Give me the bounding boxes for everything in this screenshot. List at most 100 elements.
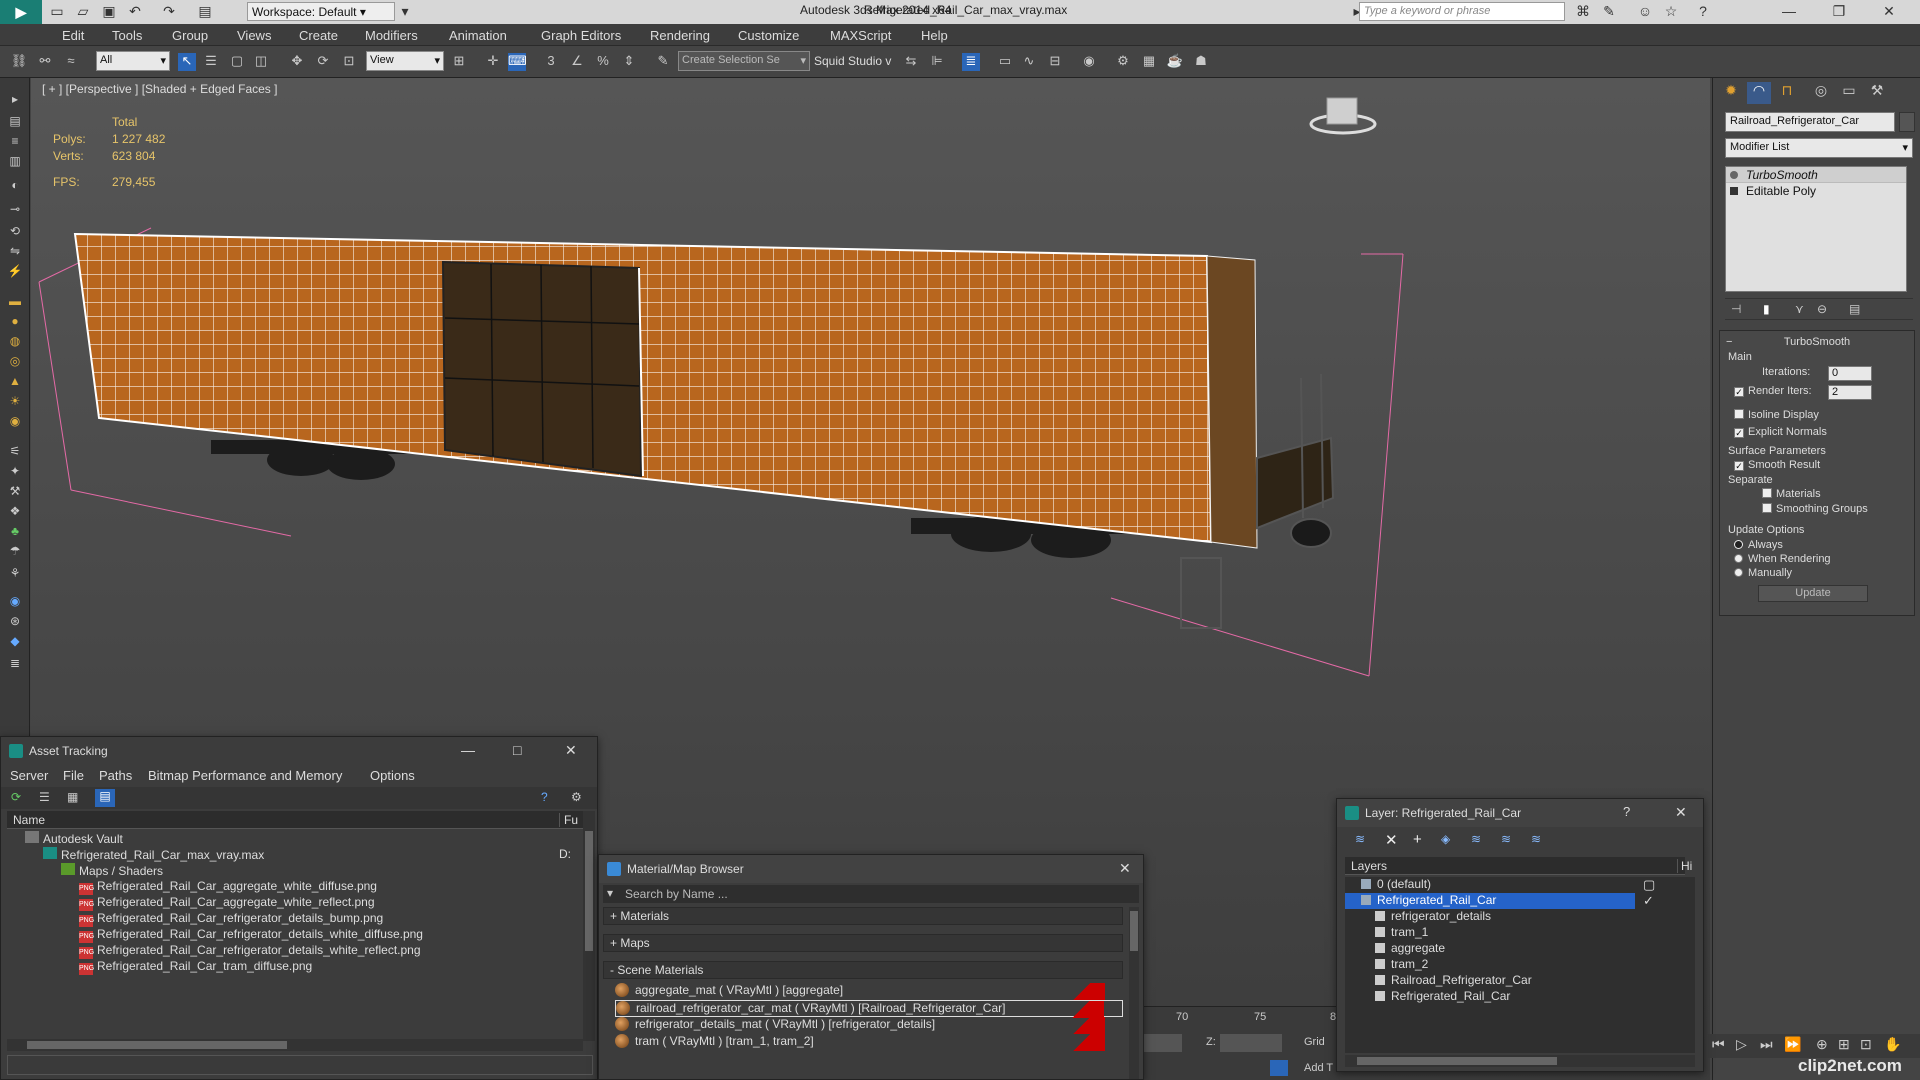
tool-icon-13[interactable]: ❖ bbox=[6, 504, 24, 520]
asset-row[interactable]: PNG Refrigerated_Rail_Car_refrigerator_de… bbox=[79, 911, 383, 927]
thumbnail-view-icon[interactable]: ▦ bbox=[67, 790, 78, 804]
utilities-tab-icon[interactable]: ⚒ bbox=[1865, 82, 1889, 104]
group-scene-materials[interactable]: - Scene Materials bbox=[603, 961, 1123, 979]
minimize-icon[interactable]: — bbox=[1780, 3, 1798, 21]
col-layers-header[interactable]: Layers bbox=[1351, 859, 1387, 873]
asset-scrollbar[interactable] bbox=[583, 811, 595, 1041]
keyboard-shortcut-icon[interactable]: ⌨ bbox=[508, 53, 527, 71]
rect-selection-icon[interactable]: ▢ bbox=[228, 53, 246, 71]
tool-icon-17[interactable]: ◉ bbox=[6, 594, 24, 610]
hide-toggle-icon[interactable]: ▢ bbox=[1643, 877, 1655, 893]
material-scrollbar[interactable] bbox=[1129, 907, 1139, 1079]
select-manipulate-icon[interactable]: ✛ bbox=[484, 53, 502, 71]
zoom-all-icon[interactable]: ⊞ bbox=[1838, 1036, 1850, 1053]
tool-icon-2[interactable]: ▤ bbox=[6, 114, 24, 130]
selection-filter-dropdown[interactable]: All ▾ bbox=[96, 51, 170, 71]
next-frame-icon[interactable]: ⏭ bbox=[1760, 1036, 1773, 1053]
close-icon[interactable]: ✕ bbox=[1880, 3, 1898, 21]
tool-icon-5[interactable]: ◐ bbox=[6, 178, 24, 194]
snap-icon[interactable]: 3 bbox=[542, 53, 560, 71]
goto-end-icon[interactable]: ⏩ bbox=[1784, 1036, 1801, 1053]
tool-icon-1[interactable]: ▸ bbox=[6, 92, 24, 108]
tool-icon-16[interactable]: ⚘ bbox=[6, 566, 24, 582]
goto-start-icon[interactable]: ⏮ bbox=[1712, 1036, 1725, 1053]
menu-help[interactable]: Help bbox=[921, 28, 948, 43]
bind-space-warp-icon[interactable]: ≈ bbox=[62, 53, 80, 71]
schematic-view-icon[interactable]: ⊟ bbox=[1046, 53, 1064, 71]
material-row[interactable]: tram ( VRayMtl ) [tram_1, tram_2] bbox=[615, 1034, 1123, 1051]
menu-server[interactable]: Server bbox=[10, 768, 48, 783]
tool-icon-18[interactable]: ⊛ bbox=[6, 614, 24, 630]
layer-row[interactable]: aggregate bbox=[1345, 941, 1635, 957]
percent-snap-icon[interactable]: % bbox=[594, 53, 612, 71]
settings-icon[interactable]: ⚙ bbox=[571, 790, 582, 804]
menu-modifiers[interactable]: Modifiers bbox=[365, 28, 418, 43]
menu-options[interactable]: Options bbox=[370, 768, 415, 783]
z-coord-field[interactable] bbox=[1220, 1034, 1282, 1052]
tool-icon-6[interactable]: ⊸ bbox=[6, 202, 24, 218]
render-production-icon[interactable]: ☗ bbox=[1192, 53, 1210, 71]
menu-create[interactable]: Create bbox=[299, 28, 338, 43]
asset-tracking-titlebar[interactable]: Asset Tracking — □ ✕ bbox=[1, 737, 597, 765]
tool-icon-12[interactable]: ⚒ bbox=[6, 484, 24, 500]
select-in-layer-icon[interactable]: ◈ bbox=[1441, 832, 1450, 846]
tool-icon-15[interactable]: ☂ bbox=[6, 544, 24, 560]
motion-tab-icon[interactable]: ◎ bbox=[1809, 82, 1833, 104]
group-materials[interactable]: + Materials bbox=[603, 907, 1123, 925]
highlight-layer-icon[interactable]: ≋ bbox=[1471, 832, 1481, 846]
menu-edit[interactable]: Edit bbox=[62, 28, 84, 43]
zoom-extents-icon[interactable]: ⊡ bbox=[1860, 1036, 1872, 1053]
workspace-arrow-icon[interactable]: ▾ bbox=[396, 3, 414, 21]
asset-row[interactable]: Maps / Shaders bbox=[61, 863, 163, 879]
tool-icon-3[interactable]: ≡ bbox=[6, 134, 24, 150]
layer-row[interactable]: refrigerator_details bbox=[1345, 909, 1635, 925]
layer-row[interactable]: 0 (default) bbox=[1345, 877, 1635, 893]
layer-window-titlebar[interactable]: Layer: Refrigerated_Rail_Car ? ✕ bbox=[1337, 799, 1703, 827]
align-icon[interactable]: ⊫ bbox=[928, 53, 946, 71]
tool-icon-10[interactable]: ⚟ bbox=[6, 444, 24, 460]
col-hide-header[interactable]: Hi bbox=[1677, 859, 1692, 873]
freeze-all-icon[interactable]: ≋ bbox=[1531, 832, 1541, 846]
menu-views[interactable]: Views bbox=[237, 28, 271, 43]
rendered-frame-icon[interactable]: ▦ bbox=[1140, 53, 1158, 71]
materials-checkbox[interactable]: Materials bbox=[1762, 488, 1821, 500]
add-to-layer-icon[interactable]: + bbox=[1413, 831, 1422, 848]
current-layer-check-icon[interactable]: ✓ bbox=[1643, 893, 1654, 909]
show-end-result-icon[interactable]: ▮ bbox=[1763, 302, 1770, 316]
menu-customize[interactable]: Customize bbox=[738, 28, 799, 43]
scale-icon[interactable]: ⊡ bbox=[340, 53, 358, 71]
named-selection-dropdown[interactable]: Create Selection Se ▾ bbox=[678, 51, 810, 71]
search-input[interactable]: Type a keyword or phrase bbox=[1359, 2, 1565, 21]
spinner-snap-icon[interactable]: ⇕ bbox=[620, 53, 638, 71]
when-rendering-radio[interactable]: When Rendering bbox=[1734, 553, 1831, 565]
curve-editor-icon[interactable]: ∿ bbox=[1020, 53, 1038, 71]
new-file-icon[interactable]: ▭ bbox=[48, 3, 66, 21]
asset-status-field[interactable] bbox=[7, 1055, 593, 1075]
menu-file[interactable]: File bbox=[63, 768, 84, 783]
layer-row[interactable]: tram_2 bbox=[1345, 957, 1635, 973]
layer-row[interactable]: Refrigerated_Rail_Car bbox=[1345, 989, 1635, 1005]
maximize-icon[interactable]: ❐ bbox=[1830, 3, 1848, 21]
menu-group[interactable]: Group bbox=[172, 28, 208, 43]
torus-icon[interactable]: ◎ bbox=[6, 354, 24, 370]
tool-icon-7[interactable]: ⟲ bbox=[6, 224, 24, 240]
bulb-icon[interactable] bbox=[1730, 171, 1738, 179]
angle-snap-icon[interactable]: ∠ bbox=[568, 53, 586, 71]
delete-layer-icon[interactable]: ✕ bbox=[1385, 831, 1398, 849]
app-logo-icon[interactable]: ▶ bbox=[0, 0, 42, 24]
graphite-icon[interactable]: ▭ bbox=[996, 53, 1014, 71]
menu-rendering[interactable]: Rendering bbox=[650, 28, 710, 43]
col-name-header[interactable]: Name bbox=[13, 813, 45, 827]
asset-row[interactable]: Refrigerated_Rail_Car_max_vray.max bbox=[43, 847, 264, 863]
open-file-icon[interactable]: ▱ bbox=[74, 3, 92, 21]
rotate-icon[interactable]: ⟳ bbox=[314, 53, 332, 71]
asset-row[interactable]: PNG Refrigerated_Rail_Car_refrigerator_de… bbox=[79, 943, 421, 959]
layer-row[interactable]: Refrigerated_Rail_Car bbox=[1345, 893, 1635, 909]
menu-graph-editors[interactable]: Graph Editors bbox=[541, 28, 621, 43]
render-setup-icon[interactable]: ⚙ bbox=[1114, 53, 1132, 71]
save-icon[interactable]: ▣ bbox=[100, 3, 118, 21]
stack-item-turbosmooth[interactable]: TurboSmooth bbox=[1726, 167, 1906, 183]
menu-paths[interactable]: Paths bbox=[99, 768, 132, 783]
unlink-icon[interactable]: ⚯ bbox=[36, 53, 54, 71]
zoom-icon[interactable]: ⊕ bbox=[1816, 1036, 1828, 1053]
